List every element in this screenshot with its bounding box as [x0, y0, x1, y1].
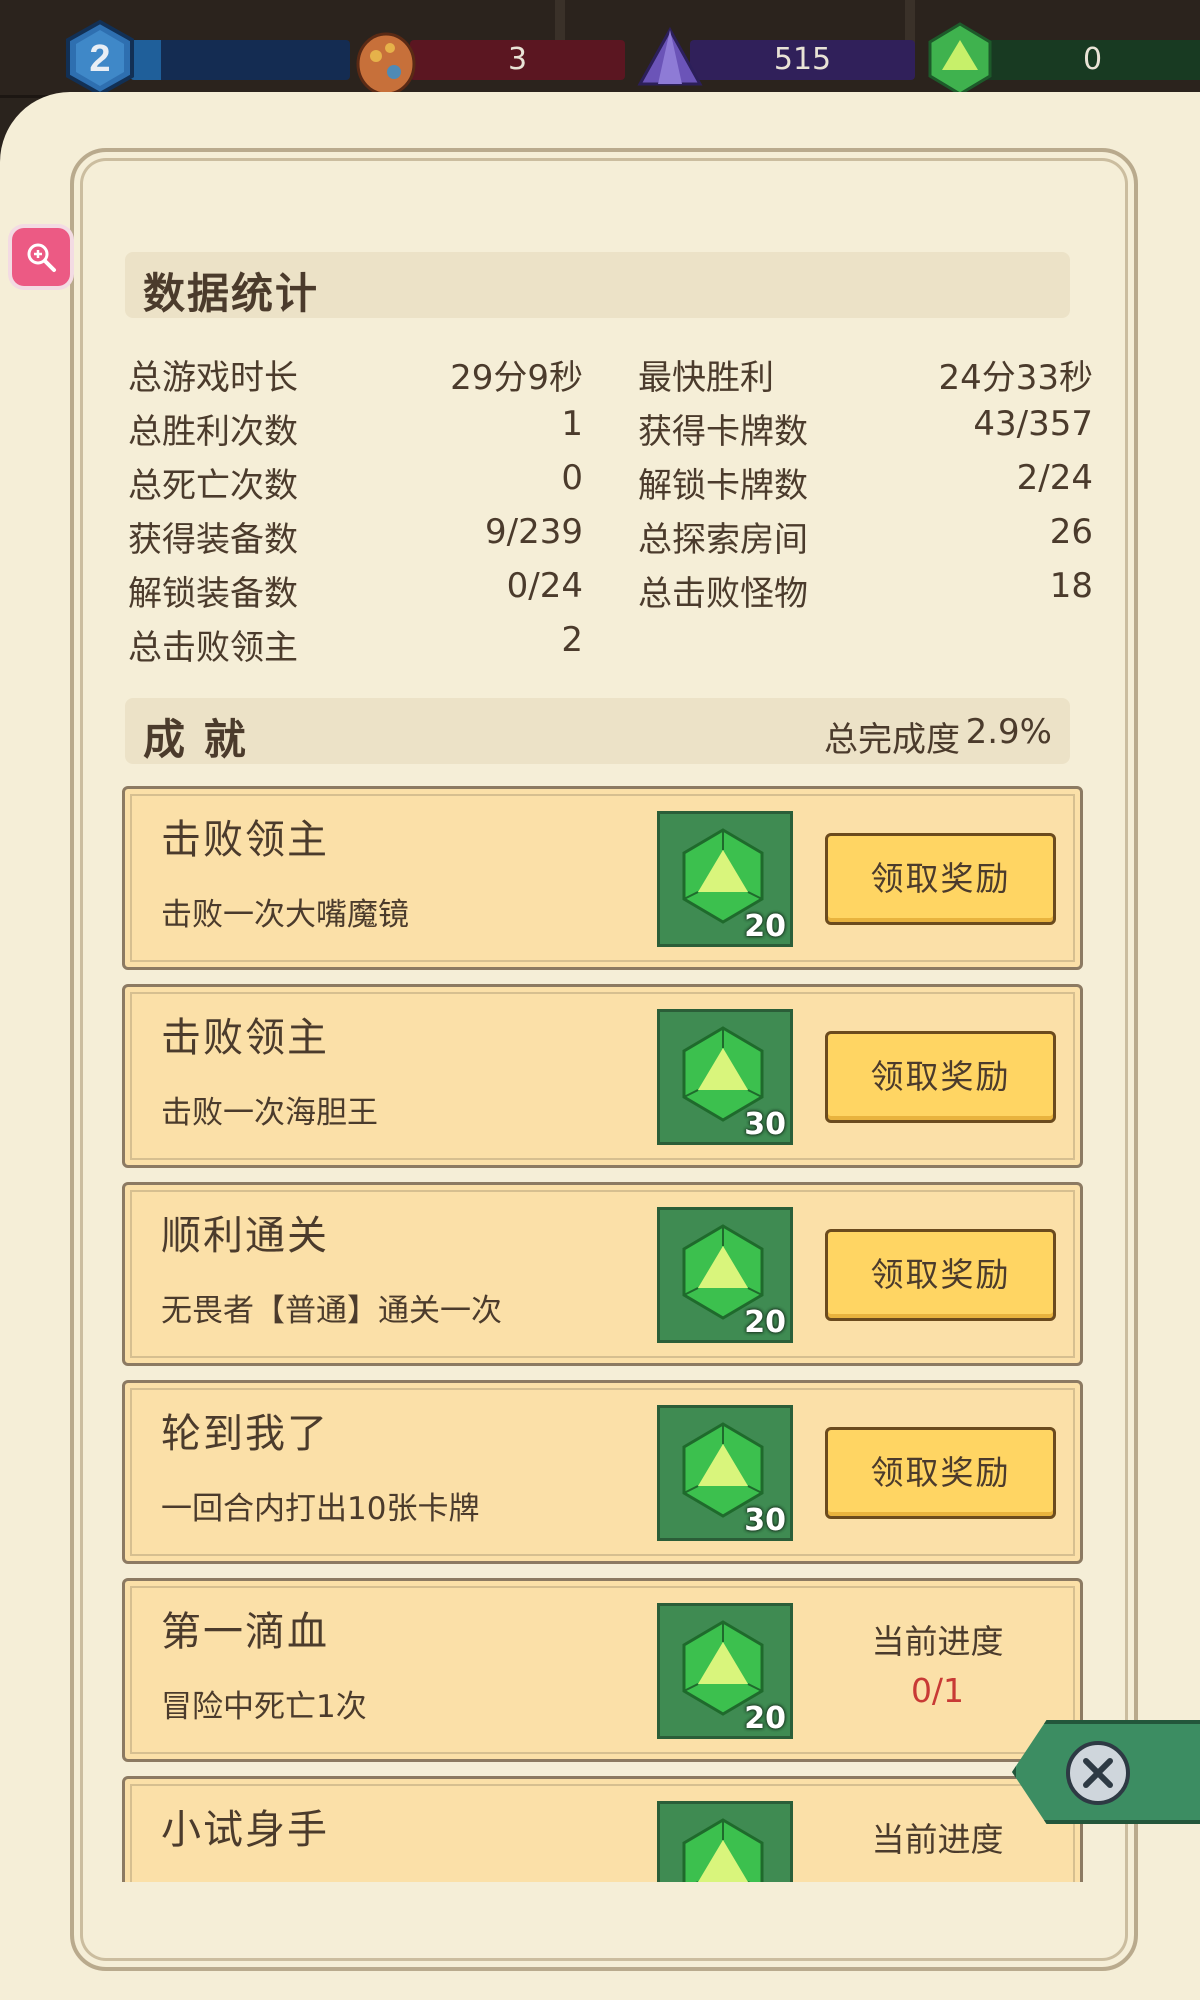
hexagon-level-icon: 2	[66, 19, 134, 97]
stat-row: 总死亡次数 0	[128, 458, 583, 510]
achievement-desc: 冒险中死亡1次	[161, 1689, 367, 1725]
achievements-title: 成 就	[143, 715, 248, 764]
stat-value: 0/24	[506, 566, 583, 606]
stat-value: 2/24	[1016, 458, 1093, 498]
stat-label: 总探索房间	[638, 520, 808, 560]
stat-row: 总击败领主 2	[128, 620, 583, 672]
achievement-card: 击败领主 击败一次大嘴魔镜 20 领取奖励	[122, 786, 1083, 970]
reward-box: 30	[657, 1405, 793, 1541]
stat-label: 获得装备数	[128, 520, 298, 560]
stat-label: 解锁装备数	[128, 574, 298, 614]
reward-amount: 20	[744, 1701, 786, 1736]
achievement-desc: 一回合内打出10张卡牌	[161, 1491, 480, 1527]
resource-bar: 2 3 515 0	[0, 0, 1200, 98]
stat-row: 解锁装备数 0/24	[128, 566, 583, 618]
achievement-desc: 无畏者【普通】通关一次	[161, 1293, 502, 1329]
stat-value: 29分9秒	[450, 358, 583, 398]
red-value: 3	[410, 40, 625, 80]
close-button[interactable]	[1066, 1741, 1130, 1805]
achievement-card: 第一滴血 冒险中死亡1次 20 当前进度 0/1	[122, 1578, 1083, 1762]
reward-box: 30	[657, 1009, 793, 1145]
achievement-card: 顺利通关 无畏者【普通】通关一次 20 领取奖励	[122, 1182, 1083, 1366]
purple-resource: 515	[630, 18, 915, 86]
reward-amount: 20	[744, 909, 786, 944]
achievement-desc: 击败一次大嘴魔镜	[161, 897, 409, 933]
level-resource: 2	[60, 18, 350, 97]
achievement-title: 击败领主	[161, 1015, 329, 1061]
claim-reward-button[interactable]: 领取奖励	[825, 1031, 1056, 1123]
purple-crystal-icon	[637, 26, 703, 86]
stat-row: 最快胜利 24分33秒	[638, 350, 1093, 402]
zoom-in-icon	[27, 243, 56, 272]
red-egg-icon	[356, 32, 416, 96]
claim-reward-button[interactable]: 领取奖励	[825, 1229, 1056, 1321]
reward-amount: 30	[744, 1107, 786, 1142]
achievement-list[interactable]: 击败领主 击败一次大嘴魔镜 20 领取奖励 击败领主 击败一次海胆王 30 领取…	[110, 780, 1090, 1882]
stat-row: 获得卡牌数 43/357	[638, 404, 1093, 456]
stat-label: 总击败怪物	[638, 574, 808, 614]
progress-label: 当前进度	[871, 1820, 1004, 1859]
achievement-title: 击败领主	[161, 817, 329, 863]
completion-label: 总完成度	[824, 720, 960, 760]
stat-label: 总击败领主	[128, 628, 298, 668]
achievement-progress: 当前进度	[825, 1813, 1050, 1869]
reward-box: 20	[657, 1207, 793, 1343]
stat-value: 18	[1049, 566, 1093, 606]
stat-label: 解锁卡牌数	[638, 466, 808, 506]
reward-amount: 20	[744, 1305, 786, 1340]
stat-row: 总击败怪物 18	[638, 566, 1093, 618]
achievement-title: 轮到我了	[161, 1411, 329, 1457]
claim-reward-button[interactable]: 领取奖励	[825, 833, 1056, 925]
stat-value: 2	[561, 620, 583, 660]
level-bar	[130, 40, 350, 80]
achievements-header: 成 就 总完成度 2.9%	[125, 698, 1070, 764]
stat-value: 9/239	[485, 512, 583, 552]
achievement-desc: 击败一次海胆王	[161, 1095, 378, 1131]
level-value: 2	[89, 38, 110, 80]
green-value: 0	[980, 40, 1200, 80]
reward-box	[657, 1801, 793, 1882]
achievement-card: 击败领主 击败一次海胆王 30 领取奖励	[122, 984, 1083, 1168]
purple-value: 515	[690, 40, 915, 80]
green-d20-icon	[928, 22, 992, 96]
progress-value: 0/1	[910, 1671, 965, 1710]
achievement-card: 小试身手 当前进度	[122, 1776, 1083, 1882]
stat-row: 总游戏时长 29分9秒	[128, 350, 583, 402]
achievement-title: 小试身手	[161, 1807, 329, 1853]
close-icon	[1083, 1758, 1113, 1788]
stat-value: 24分33秒	[938, 358, 1093, 398]
stat-row: 解锁卡牌数 2/24	[638, 458, 1093, 510]
stat-label: 最快胜利	[638, 358, 774, 398]
stats-header: 数据统计	[125, 252, 1070, 318]
stat-value: 26	[1049, 512, 1093, 552]
stat-row: 总胜利次数 1	[128, 404, 583, 456]
completion-value: 2.9%	[965, 712, 1052, 752]
green-d20-gem-icon	[682, 1818, 764, 1882]
stat-row: 获得装备数 9/239	[128, 512, 583, 564]
stat-row: 总探索房间 26	[638, 512, 1093, 564]
reward-amount: 30	[744, 1503, 786, 1538]
stat-value: 43/357	[973, 404, 1093, 444]
stat-label: 总游戏时长	[128, 358, 298, 398]
achievement-card: 轮到我了 一回合内打出10张卡牌 30 领取奖励	[122, 1380, 1083, 1564]
red-resource: 3	[350, 18, 625, 96]
stats-title: 数据统计	[143, 269, 320, 318]
stat-value: 1	[561, 404, 583, 444]
achievement-title: 第一滴血	[161, 1609, 329, 1655]
stat-value: 0	[561, 458, 583, 498]
claim-reward-button[interactable]: 领取奖励	[825, 1427, 1056, 1519]
stat-label: 总死亡次数	[128, 466, 298, 506]
green-resource: 0	[920, 18, 1200, 96]
stat-label: 总胜利次数	[128, 412, 298, 452]
reward-box: 20	[657, 811, 793, 947]
progress-label: 当前进度	[871, 1622, 1004, 1661]
achievement-title: 顺利通关	[161, 1213, 329, 1259]
achievement-progress: 当前进度 0/1	[825, 1615, 1050, 1710]
reward-box: 20	[657, 1603, 793, 1739]
zoom-button[interactable]	[12, 228, 70, 286]
stat-label: 获得卡牌数	[638, 412, 808, 452]
